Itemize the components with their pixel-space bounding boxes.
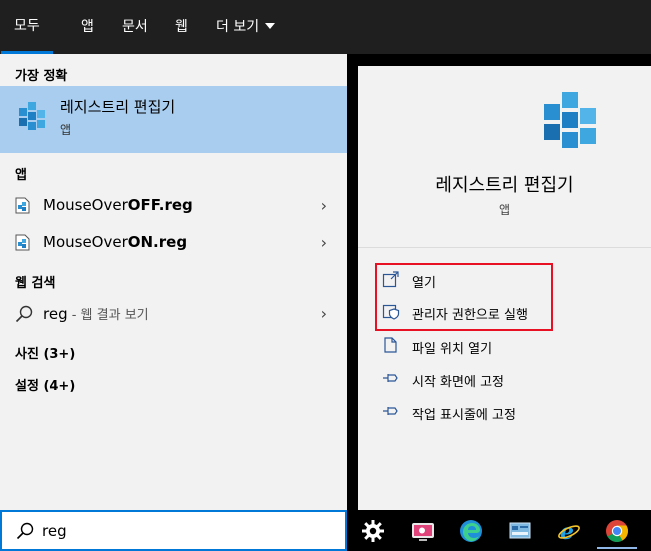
divider xyxy=(358,247,651,248)
screen-recorder-icon xyxy=(412,523,434,541)
search-scope-tabs: 모두 앱 문서 웹 더 보기 xyxy=(0,0,651,54)
tab-apps[interactable]: 앱 xyxy=(68,0,107,54)
app-result-ext: ON.reg xyxy=(127,233,188,251)
settings-category[interactable]: 설정 (4+) xyxy=(15,375,75,394)
tab-more[interactable]: 더 보기 xyxy=(203,0,288,54)
taskbar-edge[interactable] xyxy=(451,513,491,549)
reg-file-icon xyxy=(15,197,30,214)
chrome-icon xyxy=(606,520,628,542)
control-panel-icon xyxy=(509,522,531,539)
search-box xyxy=(0,510,347,551)
taskbar: e xyxy=(347,510,651,551)
registry-editor-large-icon xyxy=(544,92,596,148)
edge-icon xyxy=(460,520,482,542)
tab-all[interactable]: 모두 xyxy=(1,0,53,54)
chevron-right-icon[interactable]: › xyxy=(321,233,327,252)
app-result-mouseoveroff[interactable]: MouseOverOFF.reg › xyxy=(0,187,347,223)
chevron-right-icon[interactable]: › xyxy=(321,196,327,215)
chevron-right-icon[interactable]: › xyxy=(321,304,327,323)
pin-icon xyxy=(383,374,398,382)
chevron-down-icon xyxy=(265,23,276,29)
app-result-ext: OFF.reg xyxy=(127,196,193,214)
results-panel: 가장 정확 레지스트리 편집기 앱 앱 MouseOverOFF.reg › M… xyxy=(0,54,347,510)
taskbar-screen-recorder[interactable] xyxy=(403,513,443,549)
taskbar-control-panel[interactable] xyxy=(500,513,540,549)
app-result-mouseoveron[interactable]: MouseOverON.reg › xyxy=(0,224,347,260)
taskbar-chrome[interactable] xyxy=(597,513,637,549)
search-icon xyxy=(15,305,33,323)
app-result-name: MouseOver xyxy=(43,196,128,214)
preview-app-subtitle: 앱 xyxy=(498,203,511,217)
reg-file-icon xyxy=(15,234,30,251)
best-match-header: 가장 정확 xyxy=(15,69,68,84)
best-match-item[interactable]: 레지스트리 편집기 앱 xyxy=(0,86,347,153)
annotation-highlight-box xyxy=(375,263,553,331)
taskbar-settings[interactable] xyxy=(353,513,393,549)
internet-explorer-icon: e xyxy=(558,519,580,543)
web-query-suffix: - 웹 결과 보기 xyxy=(67,308,149,323)
pin-to-taskbar-label: 작업 표시줄에 고정 xyxy=(412,408,516,423)
pin-to-start-label: 시작 화면에 고정 xyxy=(412,375,504,390)
best-match-title: 레지스트리 편집기 xyxy=(60,98,176,116)
registry-editor-icon xyxy=(19,102,45,130)
search-icon xyxy=(16,522,34,540)
apps-header: 앱 xyxy=(15,168,27,183)
preview-app-title: 레지스트리 편집기 xyxy=(435,175,574,196)
web-search-result[interactable]: reg - 웹 결과 보기 › xyxy=(0,295,347,331)
open-file-location-label: 파일 위치 열기 xyxy=(412,342,493,357)
app-result-name: MouseOver xyxy=(43,233,128,251)
pin-icon xyxy=(383,407,398,415)
tab-documents[interactable]: 문서 xyxy=(109,0,161,54)
pin-to-start-action[interactable]: 시작 화면에 고정 xyxy=(378,365,538,393)
tab-more-label: 더 보기 xyxy=(216,19,260,35)
tab-web[interactable]: 웹 xyxy=(162,0,201,54)
photos-category[interactable]: 사진 (3+) xyxy=(15,343,75,362)
pin-to-taskbar-action[interactable]: 작업 표시줄에 고정 xyxy=(378,398,548,426)
settings-gear-icon xyxy=(362,520,384,542)
file-location-icon xyxy=(384,337,397,353)
web-search-header: 웹 검색 xyxy=(15,276,56,291)
preview-panel: 레지스트리 편집기 앱 열기 관리자 권한으로 실행 파일 위치 열기 시작 화… xyxy=(358,66,651,510)
best-match-subtitle: 앱 xyxy=(60,123,72,137)
open-file-location-action[interactable]: 파일 위치 열기 xyxy=(378,332,538,360)
taskbar-internet-explorer[interactable]: e xyxy=(549,513,589,549)
web-query: reg xyxy=(43,305,68,323)
search-input[interactable] xyxy=(42,518,332,544)
